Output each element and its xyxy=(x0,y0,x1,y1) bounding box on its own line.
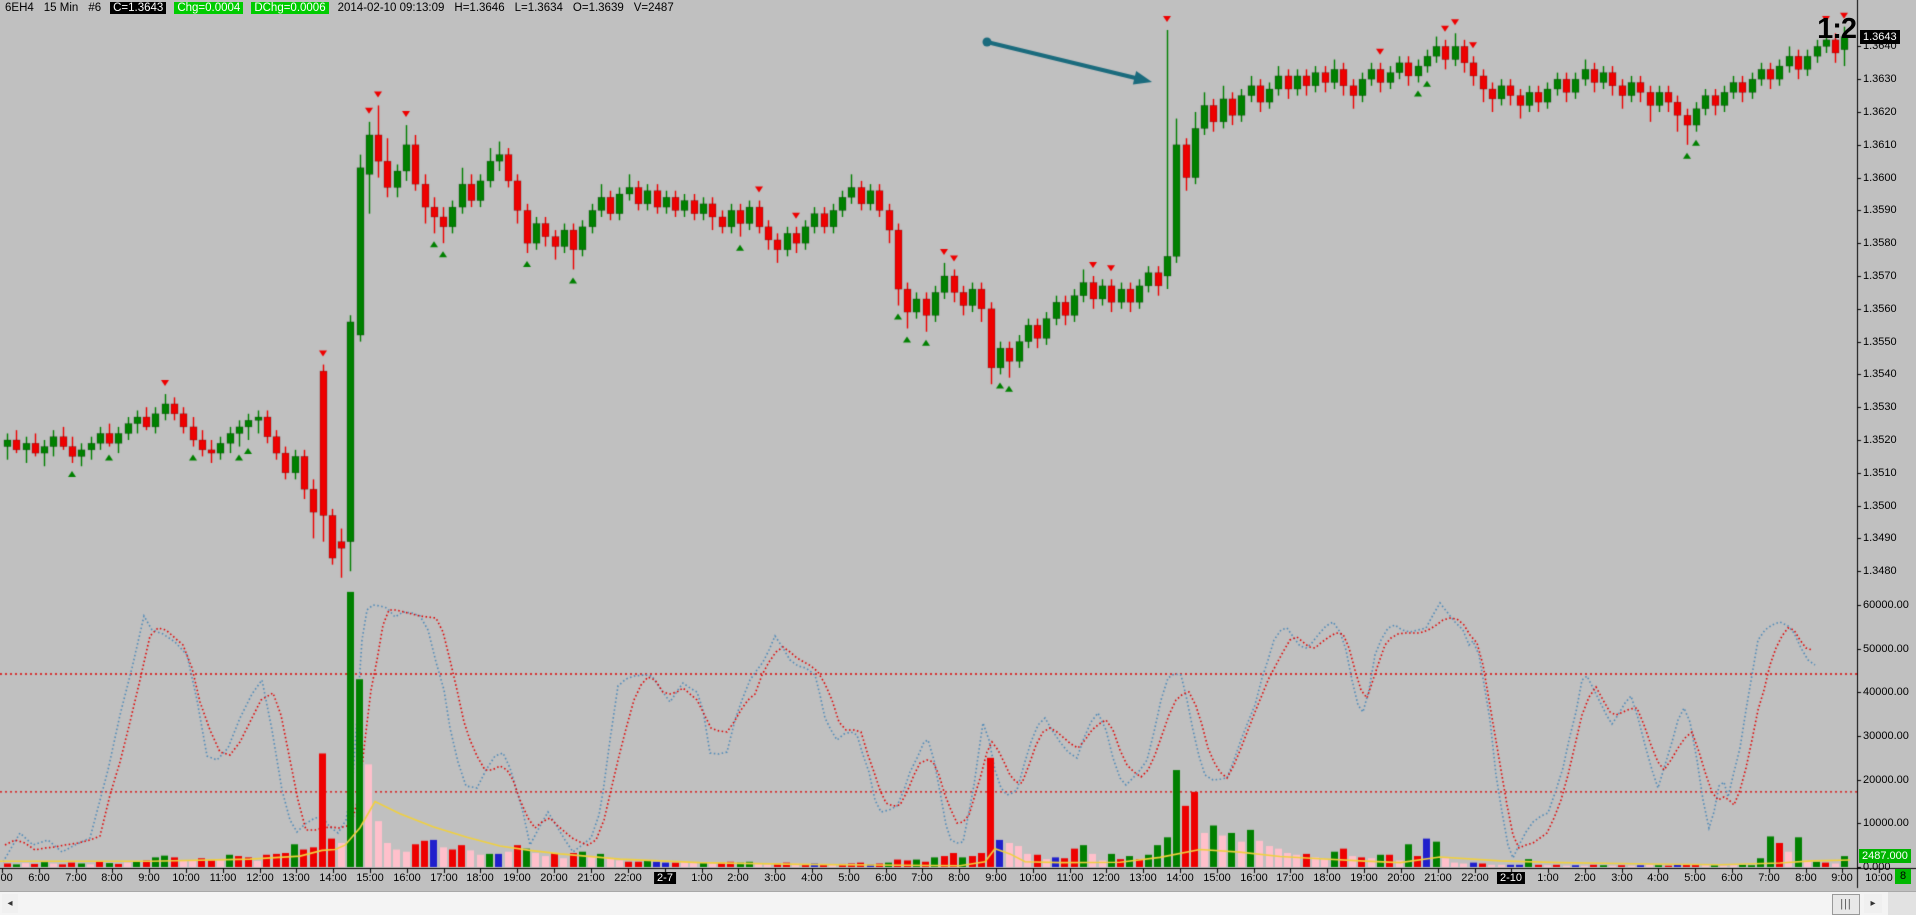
time-tick-label: 7:00 xyxy=(911,872,933,884)
horizontal-scrollbar[interactable]: ◂ ||| ▸ xyxy=(0,891,1916,915)
price-tick-label: 1.3480 xyxy=(1863,565,1897,578)
time-tick-label: 20:00 xyxy=(540,872,568,884)
time-tick-label: 9:00 xyxy=(1831,872,1853,884)
time-tick-label: 8:00 xyxy=(948,872,970,884)
last-volume-box: 2487.000 xyxy=(1859,849,1911,863)
scale-ratio-label: 1:2 xyxy=(1817,13,1856,45)
bar-number-label: #6 xyxy=(88,2,102,14)
price-tick-label: 1.3530 xyxy=(1863,401,1897,414)
time-tick-label: 7:00 xyxy=(65,872,87,884)
time-tick-label: 11:00 xyxy=(1056,872,1084,884)
time-tick-label: 1:00 xyxy=(1537,872,1559,884)
time-tick-label: 13:00 xyxy=(1129,872,1157,884)
price-tick-label: 1.3610 xyxy=(1863,138,1897,151)
time-tick-label: 15:00 xyxy=(356,872,384,884)
time-tick-label: 10:00 xyxy=(1019,872,1047,884)
time-tick-label: 5:00 xyxy=(0,872,13,884)
time-tick-label: 8:00 xyxy=(101,872,123,884)
time-tick-label: 20:00 xyxy=(1387,872,1415,884)
open-label: O=1.3639 xyxy=(572,2,624,14)
chart-number-badge[interactable]: 8 xyxy=(1895,869,1911,884)
time-tick-label: 8:00 xyxy=(1795,872,1817,884)
scroll-right-arrow-icon[interactable]: ▸ xyxy=(1864,894,1882,913)
scrollbar-grip-icon[interactable]: ||| xyxy=(1832,894,1860,915)
time-tick-label: 2:00 xyxy=(727,872,749,884)
time-tick-label: 22:00 xyxy=(614,872,642,884)
high-label: H=1.3646 xyxy=(454,2,505,14)
time-tick-label: 18:00 xyxy=(1313,872,1341,884)
last-price-box: 1.3643 xyxy=(1860,29,1900,44)
time-tick-label: 19:00 xyxy=(1350,872,1378,884)
timeframe-label: 15 Min xyxy=(43,2,79,14)
time-tick-label: 13:00 xyxy=(282,872,310,884)
time-tick-label: 3:00 xyxy=(764,872,786,884)
chart-header: 6EH4 15 Min #6 C=1.3643 Chg=0.0004 DChg=… xyxy=(4,1,675,15)
close-value-box: C=1.3643 xyxy=(110,2,167,14)
price-tick-label: 1.3600 xyxy=(1863,171,1897,184)
time-tick-label: 5:00 xyxy=(838,872,860,884)
session-date-label: 2-7 xyxy=(654,872,676,884)
time-tick-label: 1:00 xyxy=(691,872,713,884)
time-tick-label: 7:00 xyxy=(1758,872,1780,884)
daily-change-value-box: DChg=0.0006 xyxy=(251,2,329,14)
time-tick-label: 22:00 xyxy=(1461,872,1489,884)
time-tick-label: 2:00 xyxy=(1574,872,1596,884)
volume-tick-label: 40000.00 xyxy=(1863,686,1909,699)
time-tick-label: 21:00 xyxy=(1424,872,1452,884)
time-tick-label: 15:00 xyxy=(1203,872,1231,884)
scrollbar-corner xyxy=(1888,892,1916,915)
time-tick-label: 12:00 xyxy=(246,872,274,884)
price-tick-label: 1.3510 xyxy=(1863,466,1897,479)
price-tick-label: 1.3580 xyxy=(1863,237,1897,250)
volume-tick-label: 30000.00 xyxy=(1863,730,1909,742)
time-tick-label: 6:00 xyxy=(28,872,50,884)
time-tick-label: 16:00 xyxy=(393,872,421,884)
price-tick-label: 1.3560 xyxy=(1863,302,1897,315)
time-tick-label: 4:00 xyxy=(1647,872,1669,884)
volume-tick-label: 20000.00 xyxy=(1863,773,1909,786)
symbol-label: 6EH4 xyxy=(5,2,34,14)
price-tick-label: 1.3590 xyxy=(1863,204,1897,217)
time-tick-label: 21:00 xyxy=(577,872,605,884)
time-tick-label: 18:00 xyxy=(466,872,494,884)
time-tick-label: 6:00 xyxy=(875,872,897,884)
time-tick-label: 11:00 xyxy=(209,872,237,884)
time-tick-label: 9:00 xyxy=(985,872,1007,884)
price-chart-canvas[interactable] xyxy=(0,0,1916,915)
session-date-label: 2-10 xyxy=(1496,872,1526,884)
low-label: L=1.3634 xyxy=(514,2,563,14)
time-tick-label: 4:00 xyxy=(801,872,823,884)
datetime-label: 2014-02-10 09:13:09 xyxy=(337,2,445,14)
price-tick-label: 1.3630 xyxy=(1863,73,1897,86)
time-tick-label: 10:00 xyxy=(1865,872,1893,884)
time-tick-label: 16:00 xyxy=(1240,872,1268,884)
time-tick-label: 5:00 xyxy=(1684,872,1706,884)
volume-tick-label: 10000.00 xyxy=(1863,817,1909,830)
time-tick-label: 10:00 xyxy=(172,872,200,884)
change-value-box: Chg=0.0004 xyxy=(174,2,244,14)
time-tick-label: 17:00 xyxy=(430,872,458,884)
price-tick-label: 1.3500 xyxy=(1863,499,1897,512)
time-tick-label: 14:00 xyxy=(1166,872,1194,884)
time-tick-label: 14:00 xyxy=(319,872,347,884)
time-tick-label: 6:00 xyxy=(1721,872,1743,884)
scroll-left-arrow-icon[interactable]: ◂ xyxy=(2,894,18,913)
time-tick-label: 19:00 xyxy=(503,872,531,884)
volume-label: V=2487 xyxy=(633,2,674,14)
time-tick-label: 9:00 xyxy=(138,872,160,884)
price-tick-label: 1.3540 xyxy=(1863,368,1897,381)
time-tick-label: 3:00 xyxy=(1611,872,1633,884)
price-tick-label: 1.3620 xyxy=(1863,106,1897,118)
volume-tick-label: 50000.00 xyxy=(1863,642,1909,655)
price-tick-label: 1.3570 xyxy=(1863,270,1897,282)
price-tick-label: 1.3520 xyxy=(1863,434,1897,446)
price-tick-label: 1.3550 xyxy=(1863,335,1897,348)
time-tick-label: 17:00 xyxy=(1276,872,1304,884)
time-tick-label: 12:00 xyxy=(1092,872,1120,884)
price-tick-label: 1.3490 xyxy=(1863,532,1897,545)
volume-tick-label: 60000.00 xyxy=(1863,599,1909,611)
trading-chart-window: 6EH4 15 Min #6 C=1.3643 Chg=0.0004 DChg=… xyxy=(0,0,1916,915)
